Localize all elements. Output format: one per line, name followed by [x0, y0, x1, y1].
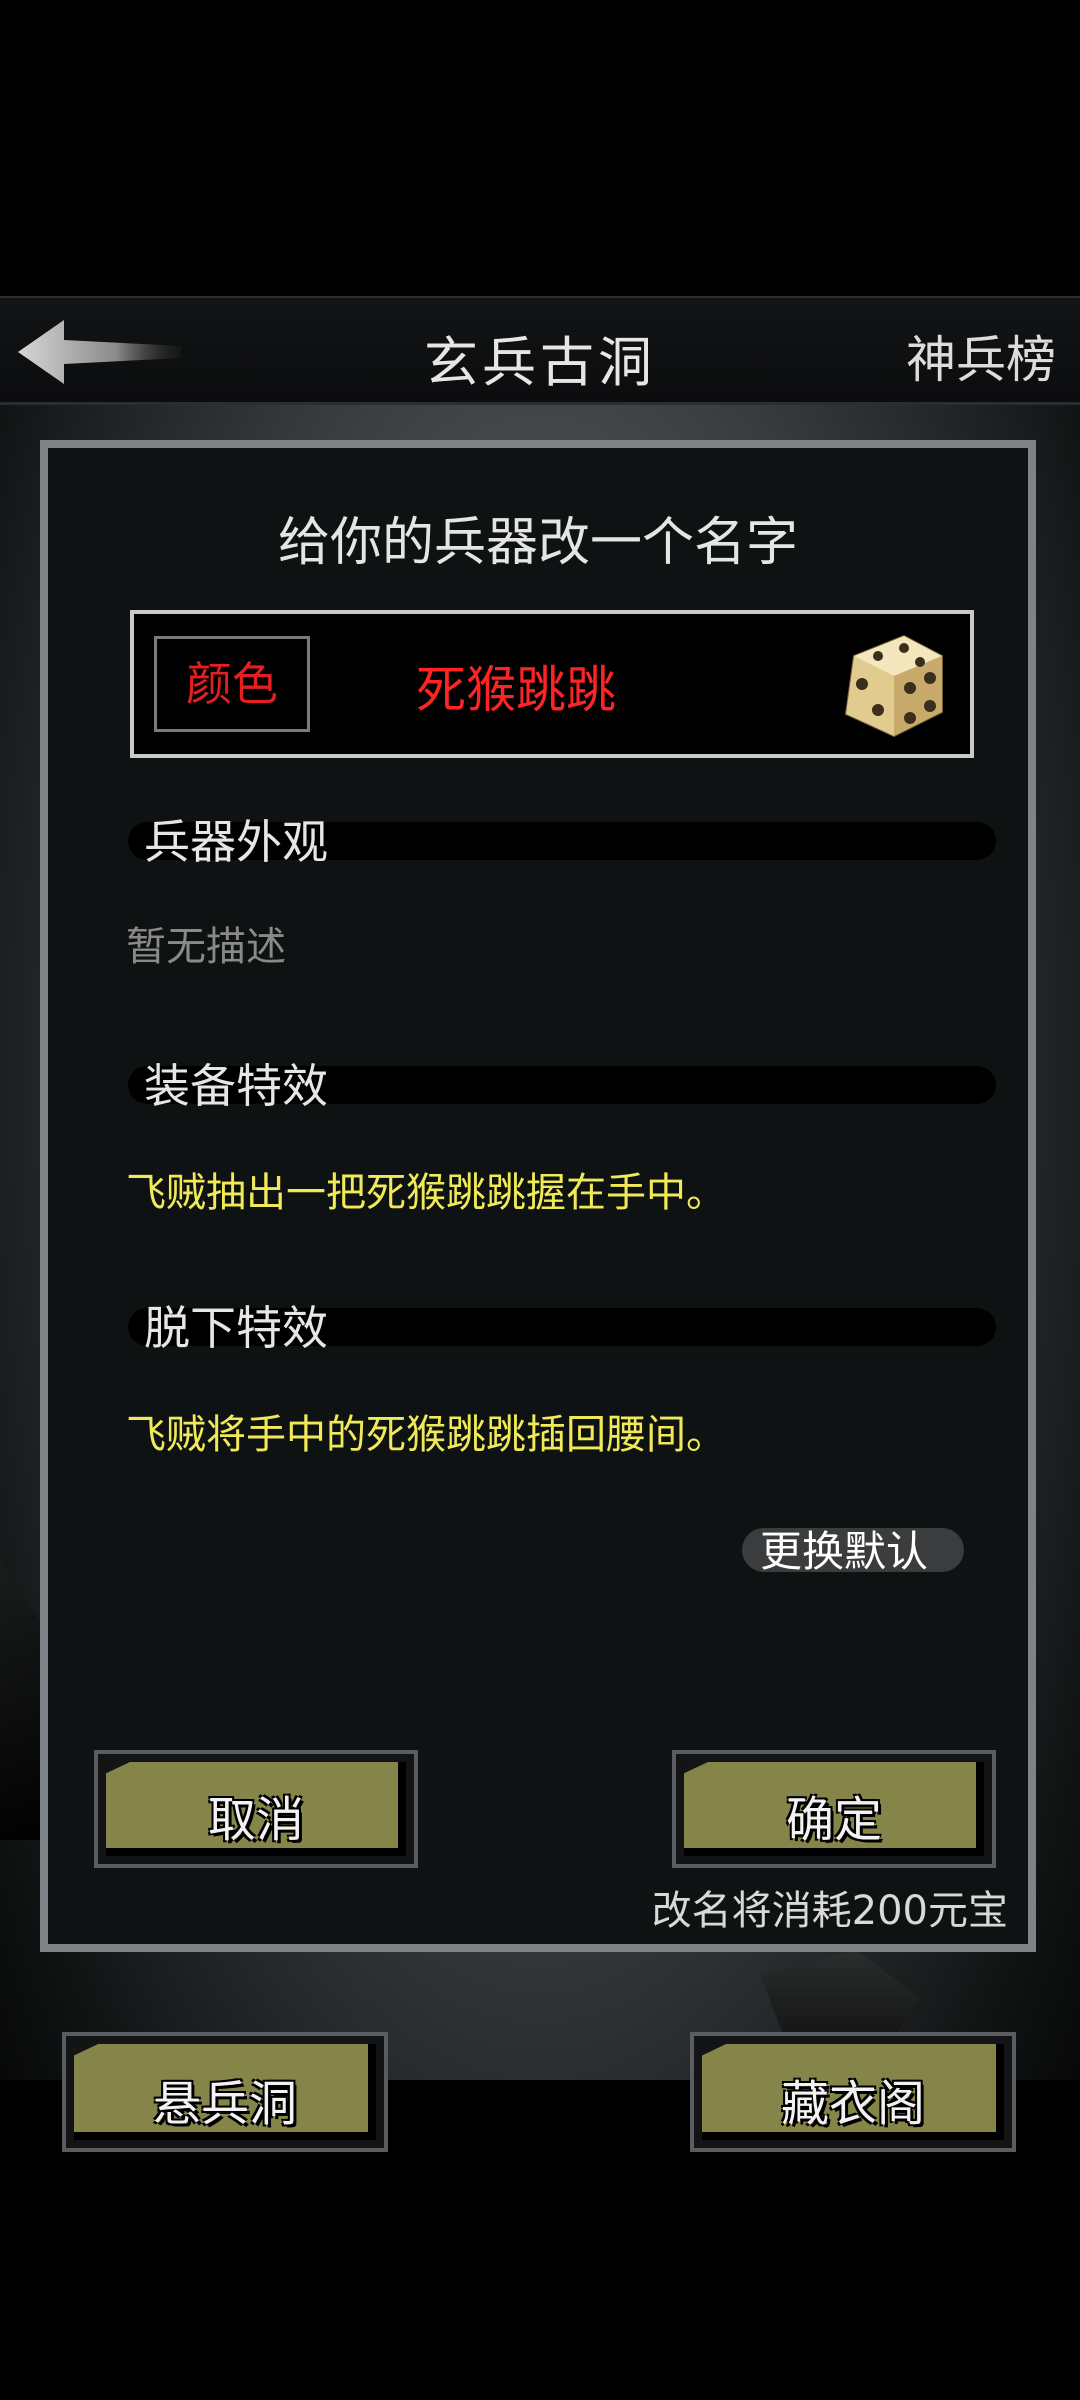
- dialog-title: 给你的兵器改一个名字: [277, 513, 798, 573]
- cancel-button[interactable]: 取消: [94, 1750, 418, 1868]
- top-bar: 玄兵古洞 神兵榜: [0, 296, 1080, 405]
- section-title-unequip-effect: 脱下特效: [144, 1301, 328, 1355]
- confirm-label: 确定: [785, 1792, 882, 1848]
- rename-cost-note: 改名将消耗200元宝: [651, 1888, 1008, 1934]
- section-title-equip-effect: 装备特效: [144, 1059, 328, 1113]
- change-default-label[interactable]: 更换默认: [760, 1518, 928, 1579]
- hanging-weapon-cave-button[interactable]: 悬兵洞: [62, 2032, 388, 2152]
- cancel-label: 取消: [207, 1792, 304, 1848]
- equip-effect-text: 飞贼抽出一把死猴跳跳握在手中。: [126, 1170, 726, 1216]
- wardrobe-pavilion-label: 藏衣阁: [780, 2076, 925, 2132]
- name-input-box[interactable]: 颜色 死猴跳跳: [130, 610, 974, 758]
- unequip-effect-text: 飞贼将手中的死猴跳跳插回腰间。: [126, 1412, 726, 1458]
- appearance-description: 暂无描述: [126, 924, 286, 970]
- rename-dialog: 给你的兵器改一个名字 颜色 死猴跳跳 兵器外观 暂无描述 装备特效 飞贼抽出一把…: [40, 440, 1036, 1952]
- hanging-weapon-cave-label: 悬兵洞: [152, 2076, 297, 2132]
- color-button[interactable]: 颜色: [154, 636, 310, 732]
- dice-icon[interactable]: [834, 626, 952, 744]
- wardrobe-pavilion-button[interactable]: 藏衣阁: [690, 2032, 1016, 2152]
- section-title-appearance: 兵器外观: [144, 815, 328, 869]
- divine-weapon-ranking-link[interactable]: 神兵榜: [906, 320, 1056, 392]
- confirm-button[interactable]: 确定: [672, 1750, 996, 1868]
- weapon-name-field[interactable]: 死猴跳跳: [416, 650, 616, 722]
